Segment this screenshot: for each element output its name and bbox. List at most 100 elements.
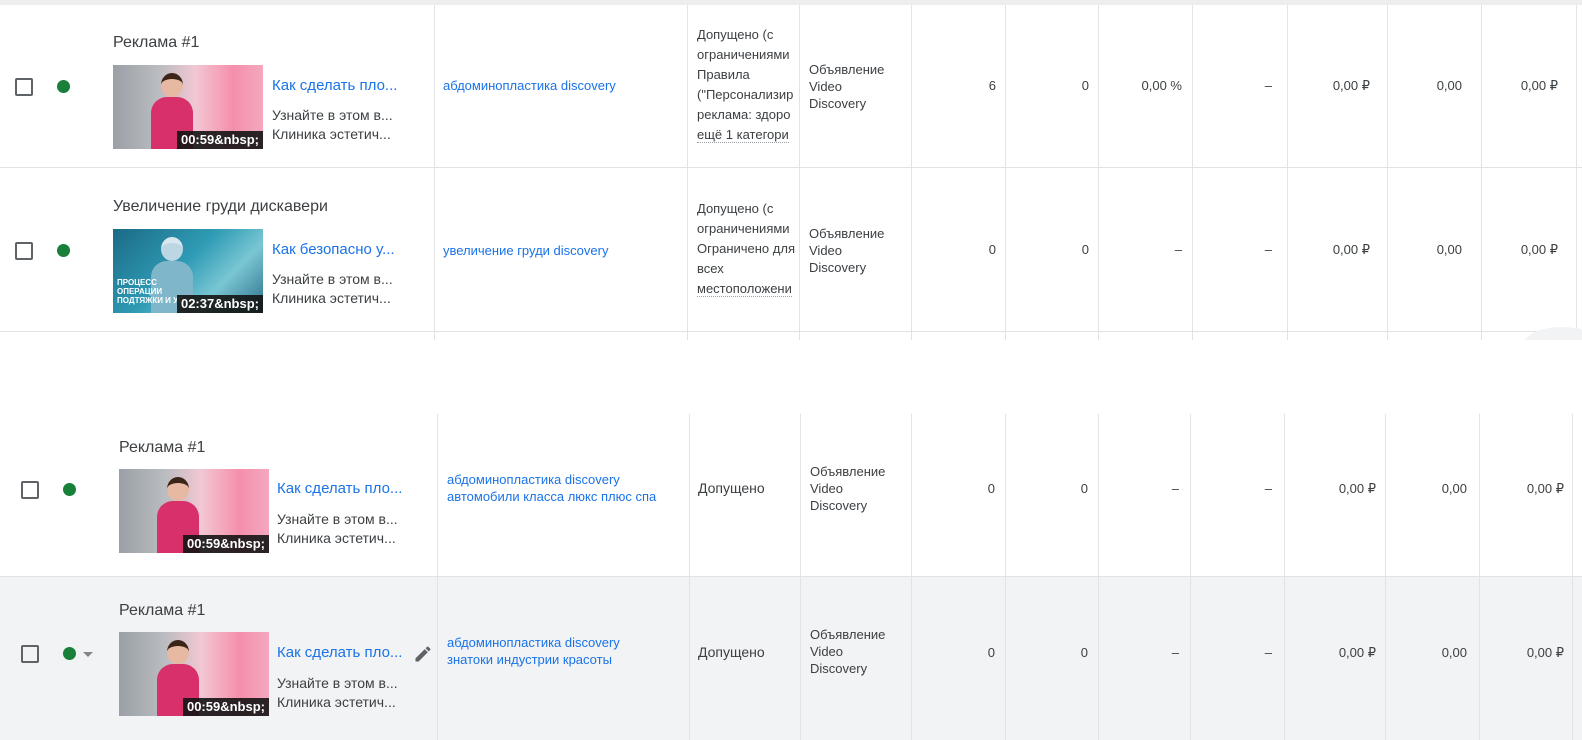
ad-name: Увеличение груди дискавери bbox=[113, 198, 328, 215]
metric-impressions: 0 bbox=[988, 242, 996, 257]
column-divider bbox=[1572, 414, 1573, 740]
table-row[interactable]: Реклама #1 00:59&nbsp; Как сделать пло..… bbox=[0, 577, 1582, 740]
video-thumbnail[interactable]: 00:59&nbsp; bbox=[119, 632, 269, 716]
video-duration: 00:59&nbsp; bbox=[182, 535, 269, 553]
metric-avg-cost: – bbox=[1264, 78, 1272, 93]
column-divider bbox=[1005, 5, 1006, 340]
ad-type-line: Объявление bbox=[810, 627, 886, 642]
ad-group-link[interactable]: увеличение груди discovery bbox=[443, 242, 608, 259]
ad-group-link[interactable]: автомобили класса люкс плюс спа bbox=[447, 488, 656, 505]
metric-interactions: 0 bbox=[1080, 645, 1088, 660]
metric-impressions: 6 bbox=[988, 78, 996, 93]
ad-group-link[interactable]: знатоки индустрии красоты bbox=[447, 651, 612, 668]
approval-status[interactable]: Допущено bbox=[698, 478, 765, 498]
video-duration: 02:37&nbsp; bbox=[176, 295, 263, 313]
ad-description: Узнайте в этом в... bbox=[272, 107, 393, 123]
metric-interaction-rate: – bbox=[1171, 645, 1179, 660]
metric-cost-per-conversion: 0,00 ₽ bbox=[1520, 242, 1558, 257]
metric-conversions: 0,00 bbox=[1436, 242, 1462, 257]
column-divider bbox=[911, 5, 912, 340]
status-dropdown-caret-icon[interactable] bbox=[83, 652, 93, 657]
ad-group-link[interactable]: абдоминопластика discovery bbox=[447, 471, 620, 488]
column-divider bbox=[1190, 414, 1191, 740]
ad-advertiser: Клиника эстетич... bbox=[277, 694, 396, 710]
table-row[interactable]: Увеличение груди дискавери ПРОЦЕСС ОПЕРА… bbox=[0, 168, 1582, 332]
metric-interactions: 0 bbox=[1081, 242, 1089, 257]
video-title-link[interactable]: Как сделать пло... bbox=[277, 480, 402, 497]
column-divider bbox=[689, 414, 690, 740]
ad-group-link[interactable]: абдоминопластика discovery bbox=[443, 77, 616, 94]
table-row[interactable]: Реклама #1 00:59&nbsp; Как сделать пло..… bbox=[0, 5, 1582, 168]
video-thumbnail[interactable]: ПРОЦЕСС ОПЕРАЦИИ ПОДТЯЖКИ И УВ 02:37&nbs… bbox=[113, 229, 263, 313]
column-divider bbox=[1481, 5, 1482, 340]
ad-type-line: Video bbox=[810, 481, 844, 496]
column-divider bbox=[911, 414, 912, 740]
column-divider bbox=[799, 5, 800, 340]
video-title-link[interactable]: Как безопасно у... bbox=[272, 241, 395, 258]
status-line: реклама: здоро bbox=[697, 107, 791, 122]
status-line: ограничениями bbox=[697, 47, 790, 62]
status-line: Правила bbox=[697, 67, 750, 82]
ad-type-line: Discovery bbox=[809, 96, 867, 111]
video-thumbnail[interactable]: 00:59&nbsp; bbox=[119, 469, 269, 553]
status-line: местоположени bbox=[697, 281, 792, 297]
table-row[interactable]: Реклама #1 00:59&nbsp; Как сделать пло..… bbox=[0, 414, 1582, 577]
row-checkbox[interactable] bbox=[15, 78, 33, 96]
metric-impressions: 0 bbox=[987, 481, 995, 496]
column-divider bbox=[1005, 414, 1006, 740]
metric-interaction-rate: 0,00 % bbox=[1141, 78, 1182, 93]
ad-type-line: Video bbox=[809, 243, 843, 258]
ad-group-link[interactable]: абдоминопластика discovery bbox=[447, 634, 620, 651]
approval-status[interactable]: Допущено bbox=[698, 642, 765, 662]
column-divider bbox=[687, 5, 688, 340]
metric-impressions: 0 bbox=[987, 645, 995, 660]
ad-type-line: Video bbox=[809, 79, 843, 94]
ad-name: Реклама #1 bbox=[113, 34, 200, 51]
status-enabled-dot-icon bbox=[63, 483, 76, 496]
column-divider bbox=[800, 414, 801, 740]
ad-advertiser: Клиника эстетич... bbox=[272, 290, 391, 306]
ad-type-line: Discovery bbox=[809, 260, 867, 275]
column-divider bbox=[434, 5, 435, 340]
column-divider bbox=[1284, 414, 1285, 740]
status-enabled-dot-icon bbox=[57, 244, 70, 257]
status-line: Допущено (с bbox=[697, 27, 774, 42]
column-divider bbox=[1479, 414, 1480, 740]
ad-advertiser: Клиника эстетич... bbox=[277, 530, 396, 546]
metric-cost: 0,00 ₽ bbox=[1332, 78, 1370, 93]
ad-type: Объявление Video Discovery bbox=[809, 225, 884, 276]
metric-cost-per-conversion: 0,00 ₽ bbox=[1526, 481, 1564, 496]
pencil-edit-icon[interactable] bbox=[413, 644, 433, 664]
ad-type: Объявление Video Discovery bbox=[810, 626, 885, 677]
ad-type-line: Discovery bbox=[810, 661, 868, 676]
column-divider bbox=[437, 414, 438, 740]
column-divider bbox=[1098, 5, 1099, 340]
approval-status[interactable]: Допущено (с ограничениями Ограничено для… bbox=[697, 199, 800, 299]
ads-table-bottom: Реклама #1 00:59&nbsp; Как сделать пло..… bbox=[0, 414, 1582, 740]
ad-type-line: Объявление bbox=[809, 226, 885, 241]
video-title-link[interactable]: Как сделать пло... bbox=[272, 77, 397, 94]
metric-cost: 0,00 ₽ bbox=[1338, 645, 1376, 660]
row-checkbox[interactable] bbox=[21, 645, 39, 663]
metric-cost: 0,00 ₽ bbox=[1338, 481, 1376, 496]
video-thumbnail[interactable]: 00:59&nbsp; bbox=[113, 65, 263, 149]
video-duration: 00:59&nbsp; bbox=[176, 131, 263, 149]
approval-status[interactable]: Допущено (с ограничениями Правила ("Перс… bbox=[697, 25, 800, 145]
video-title-link[interactable]: Как сделать пло... bbox=[277, 644, 402, 661]
column-divider bbox=[1287, 5, 1288, 340]
metric-cost-per-conversion: 0,00 ₽ bbox=[1526, 645, 1564, 660]
row-checkbox[interactable] bbox=[21, 481, 39, 499]
status-line: ещё 1 категори bbox=[697, 127, 789, 143]
ad-type-line: Объявление bbox=[810, 464, 886, 479]
status-line: ограничениями bbox=[697, 221, 790, 236]
ad-description: Узнайте в этом в... bbox=[277, 675, 398, 691]
status-enabled-dot-icon bbox=[57, 80, 70, 93]
metric-interactions: 0 bbox=[1080, 481, 1088, 496]
ad-type: Объявление Video Discovery bbox=[809, 61, 884, 112]
ad-type-line: Video bbox=[810, 644, 844, 659]
ad-type-line: Discovery bbox=[810, 498, 868, 513]
row-checkbox[interactable] bbox=[15, 242, 33, 260]
metric-interaction-rate: – bbox=[1174, 242, 1182, 257]
ad-description: Узнайте в этом в... bbox=[277, 511, 398, 527]
column-divider bbox=[1387, 5, 1388, 340]
